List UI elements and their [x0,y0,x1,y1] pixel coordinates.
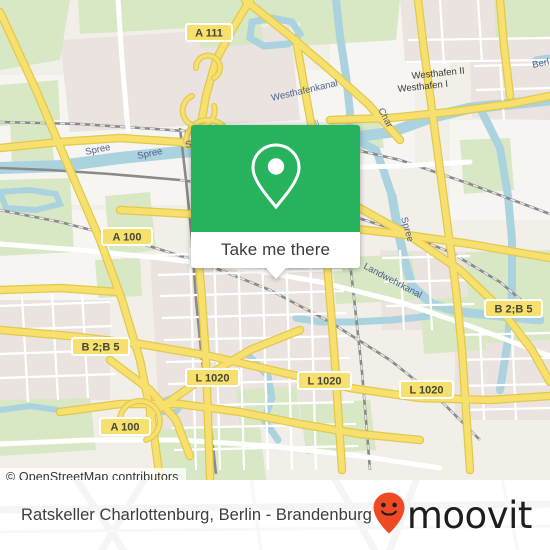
map-pin-icon [248,141,304,216]
moovit-logo[interactable]: moovit [372,491,532,540]
moovit-smiley-pin-icon [372,491,406,540]
moovit-wordmark: moovit [406,493,533,537]
svg-text:A 100: A 100 [111,422,140,434]
page-title: Ratskeller Charlottenburg, Berlin - Bran… [21,505,372,524]
map-attribution[interactable]: © OpenStreetMap contributors [0,468,186,480]
svg-text:A 100: A 100 [113,232,142,244]
place-card-screen: Spree Spree Spree Westhafenkanal Char Sp… [0,0,550,550]
callout-pointer [265,268,286,279]
svg-text:B 2;B 5: B 2;B 5 [495,304,533,316]
svg-text:L 1020: L 1020 [307,376,341,388]
callout-action-bar[interactable]: Take me there [191,232,360,268]
svg-text:L 1020: L 1020 [195,373,229,385]
svg-text:A 111: A 111 [195,28,223,40]
take-me-there-label: Take me there [220,240,331,259]
callout-header [191,125,360,232]
place-callout-card[interactable]: Take me there [191,125,360,279]
svg-text:B 2;B 5: B 2;B 5 [82,342,120,354]
svg-text:L 1020: L 1020 [409,385,443,397]
footer-bar: Ratskeller Charlottenburg, Berlin - Bran… [0,480,550,550]
